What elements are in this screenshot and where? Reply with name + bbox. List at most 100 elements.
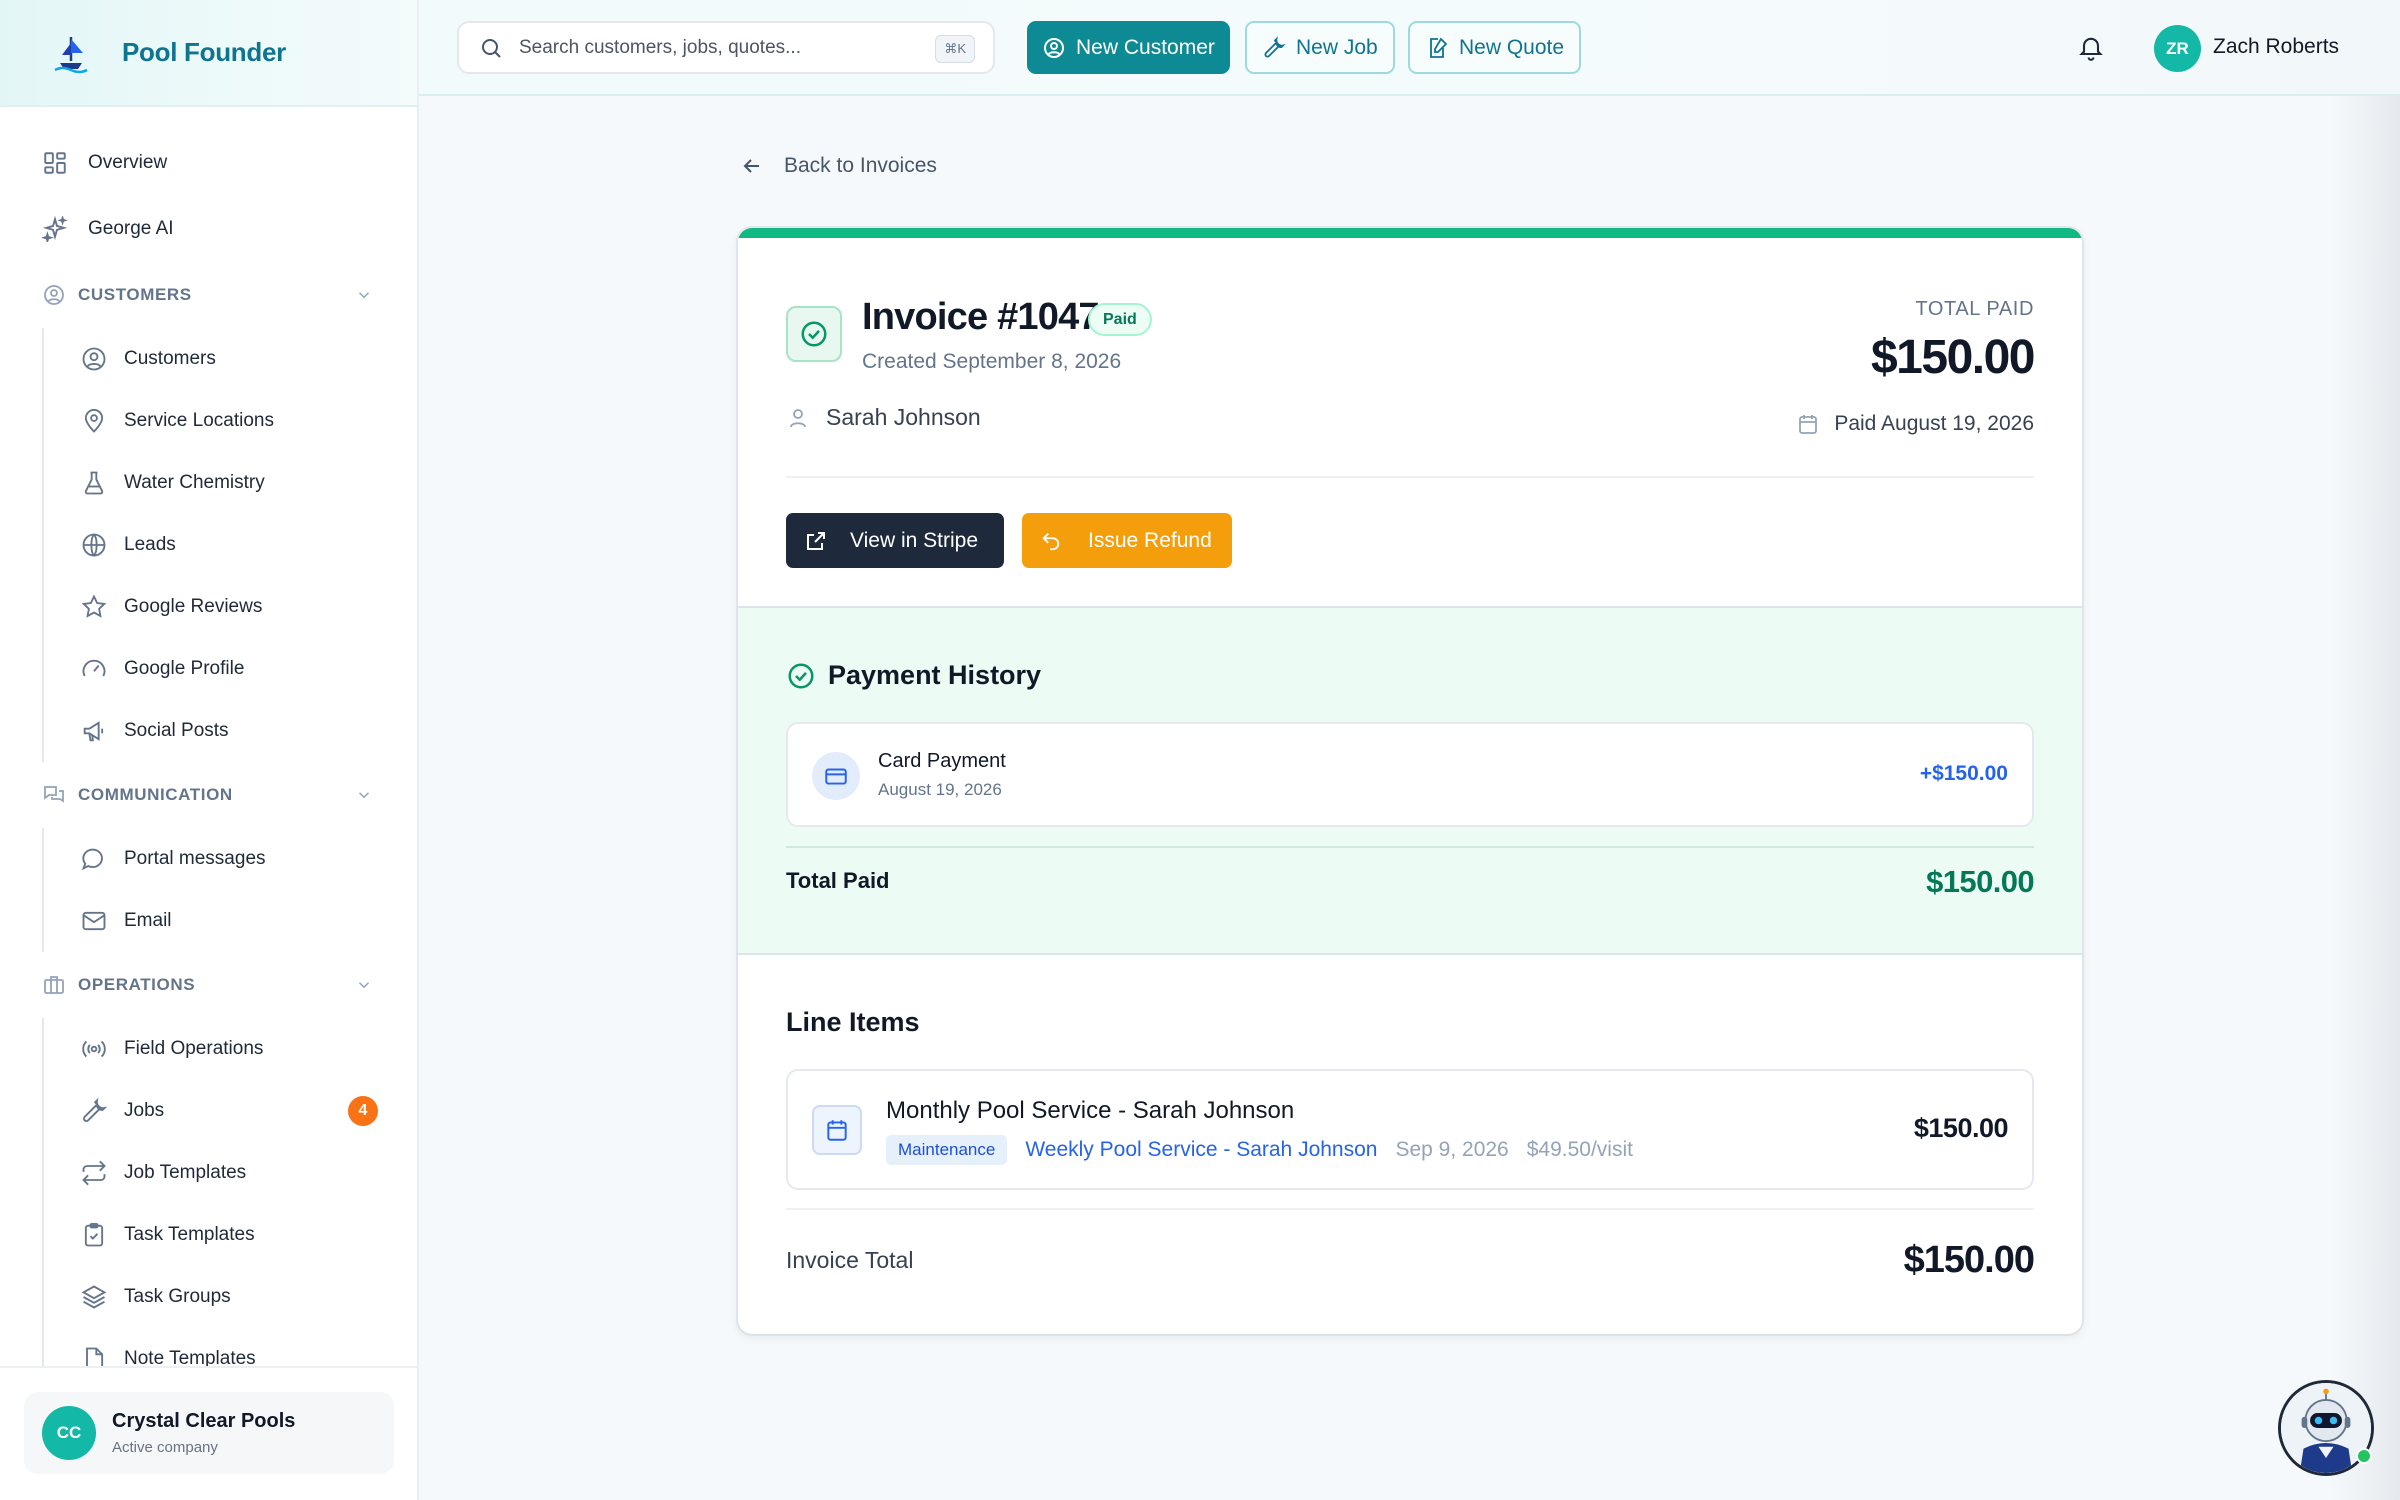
sidebar-item-label: Portal messages (124, 848, 266, 869)
total-paid-amount: $150.00 (1870, 331, 2036, 384)
company-switcher[interactable]: CC Crystal Clear Pools Active company (24, 1392, 394, 1474)
line-item-row[interactable]: Monthly Pool Service - Sarah Johnson Mai… (786, 1069, 2034, 1190)
chat-bubbles-icon (44, 786, 64, 803)
line-item-amount: $150.00 (1913, 1113, 2009, 1143)
sidebar-item-email[interactable]: Email (44, 890, 417, 952)
payment-method-icon (812, 752, 860, 800)
issue-refund-button[interactable]: Issue Refund (1022, 513, 1232, 568)
section-title: CUSTOMERS (78, 285, 192, 304)
briefcase-icon (44, 976, 64, 994)
section-operations-items: Field Operations Jobs 4 Job Templates Ta… (42, 1018, 417, 1390)
check-circle-icon (788, 663, 814, 688)
sidebar-item-george-ai[interactable]: George AI (0, 196, 417, 262)
chevron-down-icon[interactable] (355, 786, 373, 804)
back-to-invoices-link[interactable]: Back to Invoices (740, 154, 937, 178)
sidebar-item-label: Overview (88, 152, 168, 173)
service-type-tag: Maintenance (886, 1135, 1008, 1165)
view-in-stripe-label: View in Stripe (850, 528, 979, 552)
invoice-customer[interactable]: Sarah Johnson (786, 404, 981, 431)
new-customer-button[interactable]: New Customer (1027, 21, 1230, 74)
topbar: ⌘K New Customer New Job New Quote ZR Zac… (419, 0, 2400, 96)
sidebar-item-label: Task Templates (124, 1224, 255, 1245)
sidebar-item-customers[interactable]: Customers (44, 328, 417, 390)
sparkles-icon (42, 216, 68, 242)
line-item-name: Monthly Pool Service - Sarah Johnson (886, 1097, 1295, 1124)
sidebar-item-service-locations[interactable]: Service Locations (44, 390, 417, 452)
sidebar-item-label: Jobs (124, 1100, 165, 1121)
view-in-stripe-button[interactable]: View in Stripe (786, 513, 1004, 568)
repeat-icon (82, 1160, 106, 1186)
sidebar-item-overview[interactable]: Overview (0, 130, 417, 196)
new-quote-label: New Quote (1459, 35, 1565, 59)
user-name[interactable]: Zach Roberts (2213, 35, 2339, 59)
line-items-section: Line Items Monthly Pool Service - Sarah … (738, 955, 2082, 1334)
brand-header[interactable]: Pool Founder (0, 0, 417, 107)
sidebar-item-google-reviews[interactable]: Google Reviews (44, 576, 417, 638)
chevron-down-icon[interactable] (355, 976, 373, 994)
section-communication-items: Portal messages Email (42, 828, 417, 952)
section-title: Payment History (828, 660, 1042, 690)
arrow-left-icon (743, 159, 759, 173)
divider (786, 476, 2034, 478)
sidebar: Pool Founder Overview George AI CUSTOMER… (0, 0, 419, 1500)
sidebar-item-social-posts[interactable]: Social Posts (44, 700, 417, 762)
section-title: OPERATIONS (78, 975, 196, 994)
new-job-button[interactable]: New Job (1245, 21, 1395, 74)
divider (786, 846, 2034, 848)
recurring-job-link[interactable]: Weekly Pool Service - Sarah Johnson (1025, 1138, 1377, 1162)
credit-card-icon (825, 768, 847, 785)
external-link-icon (807, 531, 825, 550)
new-job-label: New Job (1296, 35, 1378, 59)
undo-icon (1042, 532, 1060, 550)
sidebar-item-jobs[interactable]: Jobs 4 (44, 1080, 417, 1142)
map-pin-icon (84, 409, 104, 433)
sidebar-item-label: Field Operations (124, 1038, 264, 1059)
globe-icon (82, 533, 106, 557)
sidebar-item-label: Google Reviews (124, 596, 263, 617)
chevron-down-icon[interactable] (355, 286, 373, 304)
line-item-date: Sep 9, 2026 (1395, 1138, 1509, 1161)
sidebar-item-job-templates[interactable]: Job Templates (44, 1142, 417, 1204)
section-customers[interactable]: CUSTOMERS (0, 262, 417, 328)
wrench-icon (83, 1097, 108, 1122)
invoice-total-amount: $150.00 (1903, 1239, 2035, 1281)
search-icon (482, 38, 501, 58)
sidebar-item-label: Task Groups (124, 1286, 231, 1307)
sidebar-item-task-templates[interactable]: Task Templates (44, 1204, 417, 1266)
section-communication[interactable]: COMMUNICATION (0, 762, 417, 828)
gauge-icon (82, 659, 106, 677)
file-edit-icon (1430, 37, 1448, 58)
sidebar-item-leads[interactable]: Leads (44, 514, 417, 576)
sidebar-item-label: Social Posts (124, 720, 229, 741)
flask-icon (84, 471, 104, 495)
line-item-rate: $49.50/visit (1526, 1138, 1633, 1161)
user-avatar[interactable]: ZR (2154, 25, 2201, 72)
sidebar-item-task-groups[interactable]: Task Groups (44, 1266, 417, 1328)
online-status-dot (2356, 1448, 2372, 1464)
new-quote-button[interactable]: New Quote (1408, 21, 1582, 74)
invoice-card: Invoice #1047 Paid Created September 8, … (738, 228, 2082, 1334)
chat-bubble-icon (81, 848, 103, 871)
section-operations[interactable]: OPERATIONS (0, 952, 417, 1018)
company-switcher-area: CC Crystal Clear Pools Active company (0, 1366, 417, 1500)
sidebar-item-water-chemistry[interactable]: Water Chemistry (44, 452, 417, 514)
sidebar-item-google-profile[interactable]: Google Profile (44, 638, 417, 700)
payment-date: August 19, 2026 (878, 780, 1002, 799)
total-paid-row-amount: $150.00 (1926, 864, 2034, 899)
sidebar-nav: Overview George AI CUSTOMERS Customers S… (0, 130, 417, 1390)
layers-icon (81, 1285, 107, 1309)
paid-date: Paid August 19, 2026 (1796, 412, 2034, 436)
sidebar-item-label: Leads (124, 534, 176, 555)
mail-icon (82, 911, 106, 931)
global-search[interactable]: ⌘K (457, 21, 995, 74)
sidebar-item-label: Google Profile (124, 658, 245, 679)
radio-icon (82, 1040, 106, 1058)
search-input[interactable] (519, 36, 919, 59)
bell-icon[interactable] (2077, 33, 2105, 61)
paid-status-icon (786, 306, 842, 362)
payment-row[interactable]: Card Payment August 19, 2026 +$150.00 (786, 722, 2034, 827)
paid-date-text: Paid August 19, 2026 (1834, 412, 2034, 435)
sidebar-item-portal-messages[interactable]: Portal messages (44, 828, 417, 890)
payment-amount: +$150.00 (1919, 762, 2008, 785)
sidebar-item-field-operations[interactable]: Field Operations (44, 1018, 417, 1080)
